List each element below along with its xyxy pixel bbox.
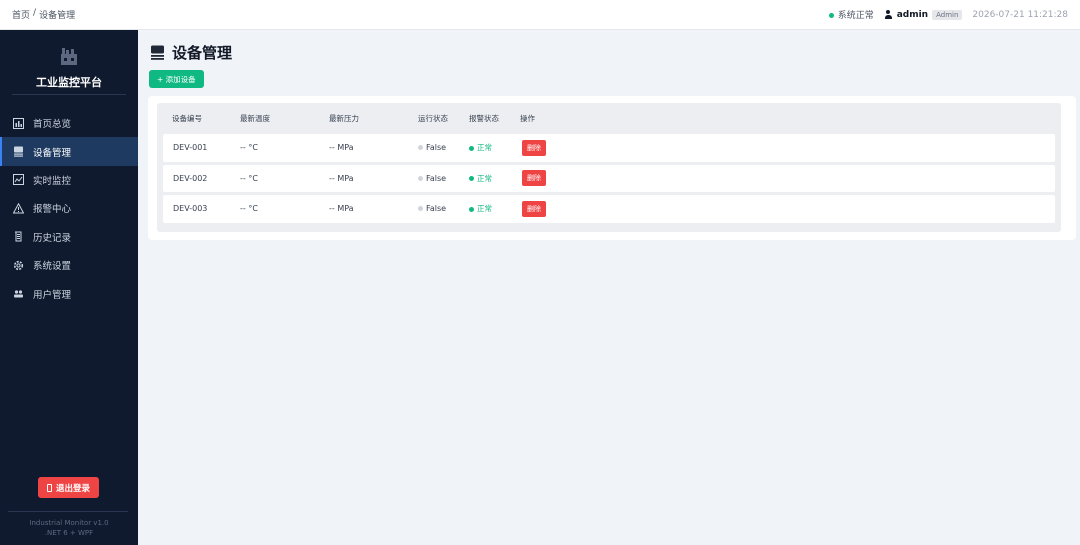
delete-button[interactable]: 删除 (522, 139, 546, 156)
system-status-text: 系统正常 (837, 11, 874, 21)
sidebar-item-overview[interactable]: 首页总览 (0, 109, 138, 137)
history-icon (13, 231, 24, 242)
cell-device-id: DEV-003 (173, 204, 208, 214)
cell-device-id: DEV-002 (173, 173, 208, 183)
delete-button[interactable]: 删除 (522, 170, 546, 187)
cell-pressure: -- MPa (329, 143, 354, 153)
alarm-status-dot-icon (469, 176, 474, 182)
column-header-temperature: 最新温度 (240, 114, 270, 123)
sidebar-item-users[interactable]: 用户管理 (0, 279, 138, 307)
column-header-pressure: 最新压力 (329, 114, 359, 123)
run-status-dot-icon (418, 145, 423, 151)
logout-icon (46, 483, 52, 492)
device-icon (13, 146, 24, 157)
top-bar: 首页 / 设备管理 系统正常 admin Admin 2026-07-21 11… (0, 0, 1080, 30)
alarm-status-text: 正常 (477, 204, 492, 214)
device-icon (151, 45, 164, 60)
chart-icon (13, 117, 24, 129)
sidebar: 工业监控平台 首页总览 设备管理 实时监控 报警中心 历史记录 系统设置 用户管… (0, 30, 138, 545)
breadcrumb-separator: / (33, 8, 37, 18)
logo-divider (12, 94, 126, 95)
sidebar-item-settings[interactable]: 系统设置 (0, 251, 138, 279)
warning-icon (13, 202, 24, 214)
users-icon (13, 288, 24, 299)
cell-pressure: -- MPa (329, 204, 354, 214)
column-header-alarm-status: 报警状态 (469, 114, 499, 123)
sidebar-item-label: 历史记录 (33, 232, 72, 244)
system-status: 系统正常 (828, 8, 874, 21)
breadcrumb-home[interactable]: 首页 (12, 8, 30, 21)
sidebar-item-alarms[interactable]: 报警中心 (0, 194, 138, 222)
main-content: 设备管理 + 添加设备 设备编号 最新温度 最新压力 运行状态 报警状态 操作 … (138, 30, 1080, 545)
add-device-button[interactable]: + 添加设备 (149, 70, 204, 88)
cell-run-status: False (418, 204, 469, 213)
page-title-text: 设备管理 (172, 44, 233, 62)
logo: 工业监控平台 (0, 46, 138, 90)
table-header: 设备编号 最新温度 最新压力 运行状态 报警状态 操作 (163, 103, 1055, 134)
breadcrumb-current: 设备管理 (39, 11, 76, 21)
alarm-status-dot-icon (469, 145, 474, 151)
cell-temperature: -- °C (240, 173, 258, 183)
monitor-icon (13, 174, 24, 186)
datetime: 2026-07-21 11:21:28 (972, 9, 1068, 20)
column-header-actions: 操作 (520, 114, 535, 123)
run-status-dot-icon (418, 175, 423, 181)
table-row: DEV-002 -- °C -- MPa False 正常 删除 (163, 164, 1055, 192)
version-text: Industrial Monitor v1.0 (29, 519, 109, 527)
run-status-text: False (426, 143, 447, 153)
alarm-status-dot-icon (469, 206, 474, 212)
device-table-card: 设备编号 最新温度 最新压力 运行状态 报警状态 操作 DEV-001 -- °… (148, 96, 1076, 240)
column-header-run-status: 运行状态 (418, 114, 448, 123)
run-status-text: False (426, 204, 447, 214)
logout-label: 退出登录 (55, 483, 90, 494)
sidebar-item-monitor[interactable]: 实时监控 (0, 166, 138, 194)
cell-actions: 删除 (520, 200, 560, 217)
page-title: 设备管理 (150, 42, 232, 63)
cell-alarm-status: 正常 (469, 203, 520, 214)
status-dot-icon (828, 13, 834, 18)
sidebar-item-label: 首页总览 (33, 119, 72, 131)
sidebar-item-label: 实时监控 (33, 175, 72, 187)
role-badge: Admin (932, 9, 963, 20)
cell-actions: 删除 (520, 139, 560, 156)
device-table: 设备编号 最新温度 最新压力 运行状态 报警状态 操作 DEV-001 -- °… (157, 103, 1061, 232)
alarm-status-text: 正常 (477, 143, 492, 153)
sidebar-item-label: 设备管理 (33, 147, 72, 159)
cell-alarm-status: 正常 (469, 173, 520, 184)
breadcrumb: 首页 / 设备管理 (12, 8, 829, 21)
footer-divider (8, 511, 128, 512)
cell-run-status: False (418, 143, 469, 152)
cell-device-id: DEV-001 (173, 143, 208, 153)
cell-temperature: -- °C (240, 204, 258, 214)
run-status-text: False (426, 173, 447, 183)
sidebar-item-history[interactable]: 历史记录 (0, 223, 138, 251)
gear-icon (13, 260, 24, 271)
cell-temperature: -- °C (240, 143, 258, 153)
username: admin (896, 9, 929, 20)
run-status-dot-icon (418, 206, 423, 212)
platform-title: 工业监控平台 (36, 76, 102, 89)
cell-run-status: False (418, 174, 469, 183)
logout-button[interactable]: 退出登录 (38, 477, 99, 498)
cell-alarm-status: 正常 (469, 142, 520, 153)
sidebar-item-label: 用户管理 (33, 289, 72, 301)
tech-stack-text: .NET 6 + WPF (44, 529, 94, 537)
table-row: DEV-001 -- °C -- MPa False 正常 删除 (163, 134, 1055, 162)
column-header-id: 设备编号 (172, 114, 202, 123)
user-icon (884, 10, 893, 19)
delete-button[interactable]: 删除 (522, 200, 546, 217)
alarm-status-text: 正常 (477, 173, 492, 183)
sidebar-menu: 首页总览 设备管理 实时监控 报警中心 历史记录 系统设置 用户管理 (0, 109, 138, 308)
sidebar-item-label: 系统设置 (33, 261, 72, 273)
sidebar-item-label: 报警中心 (33, 204, 72, 216)
cell-actions: 删除 (520, 170, 560, 187)
cell-pressure: -- MPa (329, 173, 354, 183)
factory-icon (61, 48, 77, 65)
sidebar-footer: Industrial Monitor v1.0 .NET 6 + WPF (0, 518, 138, 538)
sidebar-item-devices[interactable]: 设备管理 (0, 137, 138, 166)
table-row: DEV-003 -- °C -- MPa False 正常 删除 (163, 195, 1055, 223)
user-info[interactable]: admin Admin (884, 9, 963, 20)
top-right-info: 系统正常 admin Admin 2026-07-21 11:21:28 (828, 8, 1068, 21)
